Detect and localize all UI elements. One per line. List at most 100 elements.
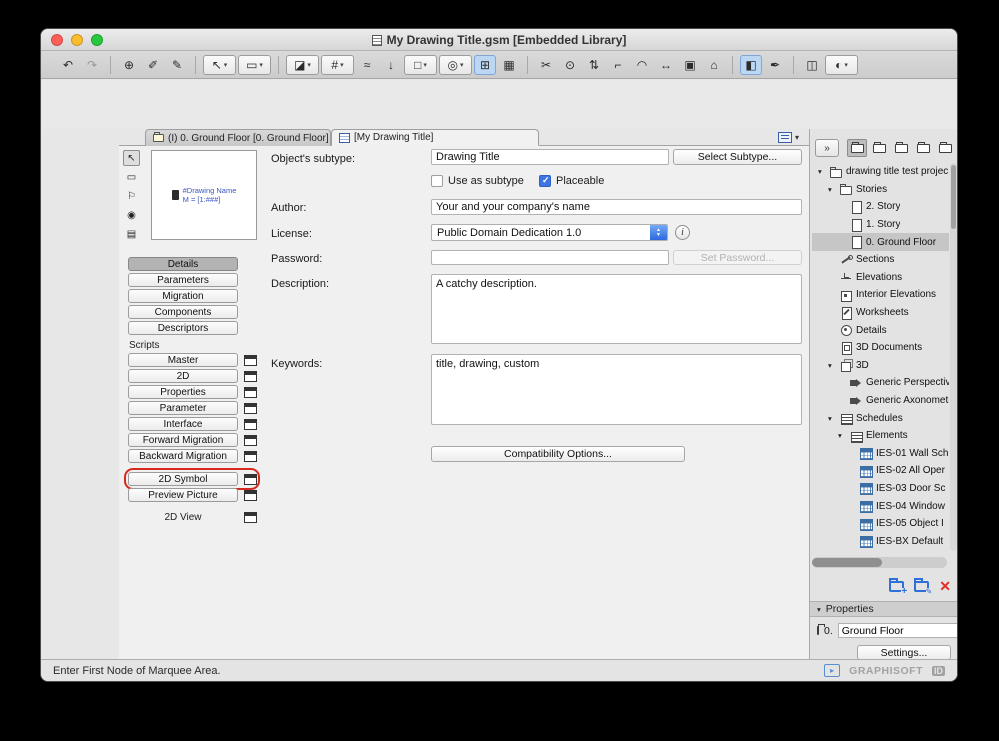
tree-item[interactable]: IES-03 Door Sc xyxy=(812,480,949,498)
disclosure-triangle-icon[interactable] xyxy=(828,414,840,423)
script-button[interactable]: Preview Picture xyxy=(128,488,238,502)
object-tool-icon[interactable]: □ xyxy=(404,54,437,75)
snap-grid-icon[interactable]: ▦ xyxy=(498,55,520,75)
license-info-icon[interactable]: i xyxy=(675,225,690,240)
2d-fragment-icon[interactable]: ▭ xyxy=(123,169,140,185)
tab-bar-tools[interactable]: ▾ xyxy=(777,132,799,143)
script-button[interactable]: Properties xyxy=(128,385,238,399)
toolbar-icon[interactable] xyxy=(195,55,196,74)
tree-item[interactable]: 0. Ground Floor xyxy=(812,233,949,251)
open-script-window-icon[interactable] xyxy=(244,434,257,446)
list-view-icon[interactable]: ▤ xyxy=(123,226,140,242)
section-button[interactable]: Components xyxy=(128,305,238,319)
open-script-window-icon[interactable] xyxy=(244,370,257,382)
description-textarea[interactable]: A catchy description. xyxy=(431,274,802,344)
toolbar-icon[interactable] xyxy=(527,55,528,74)
disclosure-triangle-icon[interactable] xyxy=(828,361,840,370)
set-password-button[interactable]: Set Password... xyxy=(673,250,802,265)
tree-item[interactable]: 1. Story xyxy=(812,216,949,234)
open-script-window-icon[interactable] xyxy=(244,386,257,398)
toolbar-icon[interactable] xyxy=(278,55,279,74)
adjust-icon[interactable]: ⇅ xyxy=(583,55,605,75)
marquee-tool-icon[interactable]: ▭ xyxy=(238,54,271,75)
tree-item[interactable]: IES-BX Default xyxy=(812,532,949,550)
undo-icon[interactable]: ↶ xyxy=(57,55,79,75)
compatibility-options-button[interactable]: Compatibility Options... xyxy=(431,446,685,462)
tree-item[interactable]: Elevations xyxy=(812,269,949,287)
toolbar-icon[interactable] xyxy=(793,55,794,74)
toolbar-icon[interactable] xyxy=(732,55,733,74)
script-button[interactable]: Master xyxy=(128,353,238,367)
script-button[interactable]: Forward Migration xyxy=(128,433,238,447)
rotated-grid-icon[interactable]: ⊞ xyxy=(474,54,496,75)
tree-item[interactable]: Generic Axonometry xyxy=(812,392,949,410)
password-input[interactable] xyxy=(431,250,669,265)
layout-book-icon[interactable] xyxy=(891,139,911,157)
organizer-toggle-button[interactable]: » xyxy=(815,139,839,157)
tree-item[interactable]: IES-02 All Oper xyxy=(812,462,949,480)
script-button[interactable]: 2D Symbol xyxy=(128,472,238,486)
script-button[interactable]: Interface xyxy=(128,417,238,431)
pin-tool-icon[interactable]: ◎ xyxy=(439,54,472,75)
tree-item[interactable]: Worksheets xyxy=(812,304,949,322)
tree-item[interactable]: 2. Story xyxy=(812,198,949,216)
placeable-checkbox[interactable] xyxy=(539,175,551,187)
view-map-icon[interactable] xyxy=(869,139,889,157)
script-button[interactable]: 2D xyxy=(128,369,238,383)
publisher-icon[interactable] xyxy=(913,139,933,157)
story-name-input[interactable] xyxy=(837,623,957,638)
section-button[interactable]: Parameters xyxy=(128,273,238,287)
subtype-input[interactable] xyxy=(431,149,669,165)
open-2d-view-window-icon[interactable] xyxy=(244,512,257,523)
properties-header[interactable]: ▾ Properties xyxy=(810,601,957,617)
open-script-window-icon[interactable] xyxy=(244,418,257,430)
flag-icon[interactable]: ⚐ xyxy=(123,188,140,204)
zoom-icon[interactable]: ⊙ xyxy=(559,55,581,75)
tree-item[interactable]: IES-04 Window xyxy=(812,497,949,515)
disclosure-triangle-icon[interactable] xyxy=(818,167,830,176)
arrow-tool-icon[interactable]: ↖ xyxy=(203,54,236,75)
tree-item[interactable]: Elements xyxy=(812,427,949,445)
section-button[interactable]: Descriptors xyxy=(128,321,238,335)
resize-icon[interactable]: ↔ xyxy=(655,55,677,75)
open-script-window-icon[interactable] xyxy=(244,354,257,366)
tree-item[interactable]: 3D Documents xyxy=(812,339,949,357)
tree-item[interactable]: 3D xyxy=(812,357,949,375)
project-map-icon[interactable] xyxy=(847,139,867,157)
tree-item[interactable]: Details xyxy=(812,321,949,339)
tree-item[interactable]: Schedules xyxy=(812,409,949,427)
open-script-window-icon[interactable] xyxy=(244,450,257,462)
library-view-icon[interactable] xyxy=(935,139,955,157)
suspend-groups-icon[interactable]: ✒ xyxy=(764,55,786,75)
new-folder-button[interactable] xyxy=(889,577,908,596)
settings-button[interactable]: Settings... xyxy=(857,645,951,660)
vertical-scrollbar-thumb[interactable] xyxy=(951,165,956,229)
toolbar-icon[interactable] xyxy=(110,55,111,74)
disclosure-triangle-icon[interactable] xyxy=(828,185,840,194)
tree-item[interactable]: Stories xyxy=(812,181,949,199)
license-popup[interactable]: Public Domain Dedication 1.0 ▲ ▼ xyxy=(431,224,668,241)
arrow-down-icon[interactable]: ↓ xyxy=(380,55,402,75)
collapse-triangle-icon[interactable]: ▾ xyxy=(817,605,821,614)
intersect-icon[interactable]: ⌐ xyxy=(607,55,629,75)
drag-zoom-icon[interactable]: ⊕ xyxy=(118,55,140,75)
popup-stepper-icon[interactable]: ▲ ▼ xyxy=(650,225,667,240)
editor-tab[interactable]: (I) 0. Ground Floor [0. Ground Floor] xyxy=(145,129,331,146)
section-button[interactable]: Migration xyxy=(128,289,238,303)
library-icon[interactable]: ◫ xyxy=(801,55,823,75)
use-as-subtype-checkbox[interactable] xyxy=(431,175,443,187)
pick-up-parameters-icon[interactable]: ✐ xyxy=(142,55,164,75)
editor-tab[interactable]: [My Drawing Title] xyxy=(331,129,539,146)
redo-icon[interactable]: ↷ xyxy=(81,55,103,75)
symbol-preview[interactable]: #Drawing Name M = [1:###] xyxy=(151,150,257,240)
3d-preview-icon[interactable]: ◉ xyxy=(123,207,140,223)
disclosure-triangle-icon[interactable] xyxy=(838,431,850,440)
fillet-icon[interactable]: ◠ xyxy=(631,55,653,75)
open-script-window-icon[interactable] xyxy=(244,402,257,414)
delete-button[interactable]: ✕ xyxy=(939,579,951,593)
open-script-window-icon[interactable] xyxy=(244,489,257,501)
open-script-window-icon[interactable] xyxy=(244,473,257,485)
render-settings-icon[interactable]: ◐ xyxy=(825,54,858,75)
script-button[interactable]: Parameter xyxy=(128,401,238,415)
inject-parameters-icon[interactable]: ✎ xyxy=(166,55,188,75)
